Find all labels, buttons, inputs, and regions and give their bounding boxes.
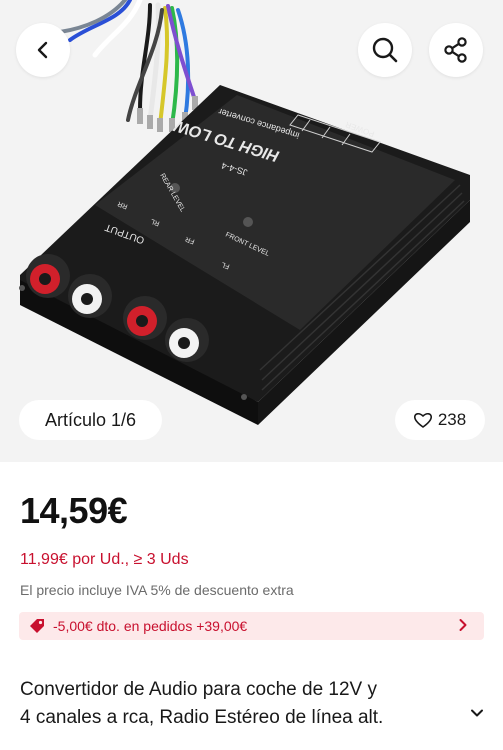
share-icon — [444, 37, 467, 63]
product-title-line-1: Convertidor de Audio para coche de 12V y — [20, 679, 378, 700]
wishlist-count: 238 — [437, 410, 467, 429]
coupon-text: -5,00€ dto. en pedidos +39,00€ — [53, 618, 248, 634]
heart-icon — [413, 412, 432, 428]
product-image[interactable]: HIGH TO LOW impedance converter JS-4-4 P… — [0, 0, 503, 462]
product-title-line-2: 4 canales a rca, Radio Estéreo de línea … — [20, 707, 384, 728]
chevron-left-icon — [37, 41, 48, 59]
search-button[interactable] — [358, 23, 412, 77]
search-icon — [372, 37, 398, 63]
chevron-right-icon — [458, 618, 468, 632]
rca-jack-3 — [123, 296, 167, 340]
rca-jack-2 — [68, 274, 112, 318]
gallery-counter: Artículo 1/6 — [19, 400, 162, 440]
chevron-down-icon[interactable] — [470, 708, 484, 718]
back-button[interactable] — [16, 23, 70, 77]
rca-jack-1 — [26, 254, 70, 298]
coupon-banner[interactable]: -5,00€ dto. en pedidos +39,00€ — [19, 612, 484, 640]
wire-bundle — [58, 0, 197, 127]
rca-jack-4 — [165, 318, 209, 362]
bulk-price: 11,99€ por Ud., ≥ 3 Uds — [20, 551, 189, 568]
product-price: 14,59€ — [20, 490, 128, 531]
wishlist-button[interactable]: 238 — [395, 400, 485, 440]
tax-note: El precio incluye IVA 5% de descuento ex… — [20, 582, 294, 598]
product-gallery[interactable]: HIGH TO LOW impedance converter JS-4-4 P… — [0, 0, 503, 462]
product-title[interactable]: Convertidor de Audio para coche de 12V y… — [20, 676, 490, 732]
tag-icon — [29, 618, 45, 634]
share-button[interactable] — [429, 23, 483, 77]
converter-device — [20, 85, 470, 425]
